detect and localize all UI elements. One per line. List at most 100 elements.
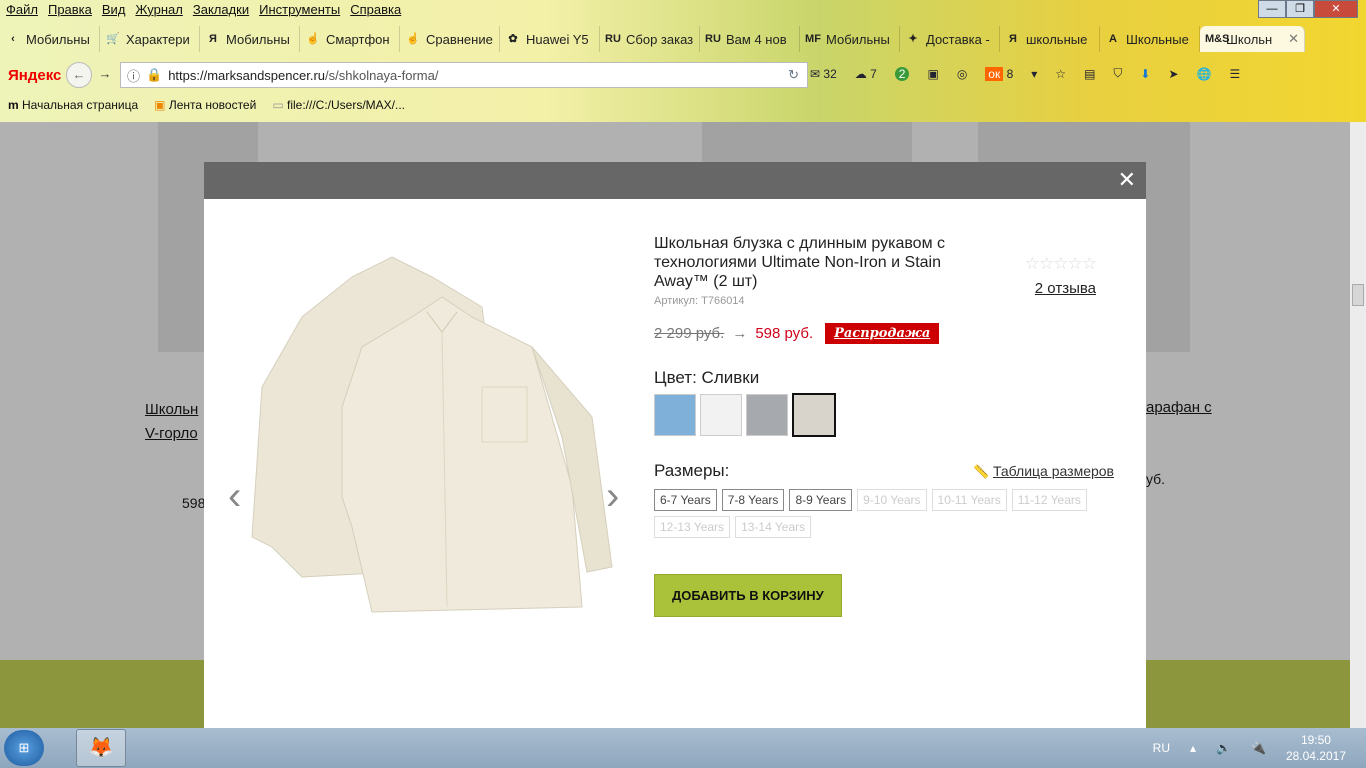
cloud-button[interactable]: ☁ 7	[855, 67, 877, 81]
size-option: 9-10 Years	[857, 489, 927, 511]
browser-tab[interactable]: ✿ Huawei Y5	[500, 26, 600, 52]
browser-tab[interactable]: Я Мобильны	[200, 26, 300, 52]
browser-tab[interactable]: ☝ Сравнение	[400, 26, 500, 52]
sale-badge[interactable]: Распродажа	[825, 323, 940, 344]
menu-icon[interactable]: ☰	[1230, 67, 1241, 81]
cloud-count: 7	[870, 66, 877, 81]
product-thumbnail[interactable]	[702, 122, 912, 162]
bg-product-price: 598	[182, 495, 206, 511]
color-swatch[interactable]	[792, 393, 836, 437]
info-icon[interactable]: ⓘ	[127, 66, 140, 85]
clipboard-icon[interactable]: ▤	[1084, 67, 1095, 81]
dropdown-icon[interactable]: ▾	[1031, 67, 1037, 81]
browser-tab[interactable]: ✦ Доставка -	[900, 26, 1000, 52]
scrollbar-thumb[interactable]	[1352, 284, 1364, 306]
color-swatch[interactable]	[746, 394, 788, 436]
browser-tab[interactable]: ☝ Смартфон	[300, 26, 400, 52]
yandex-logo[interactable]: Яндекс	[8, 67, 66, 84]
product-info: Школьная блузка с длинным рукавом с техн…	[654, 234, 1114, 617]
menu-edit[interactable]: Правка	[48, 2, 92, 17]
window-controls: — ❐ ✕	[1258, 0, 1358, 18]
menu-help[interactable]: Справка	[350, 2, 401, 17]
tab-favicon-icon: M&S	[1205, 33, 1230, 45]
mail-button[interactable]: ✉ 32	[810, 67, 837, 81]
tab-favicon-icon: Я	[1009, 33, 1017, 45]
menu-tools[interactable]: Инструменты	[259, 2, 340, 17]
tab-label: Huawei Y5	[526, 31, 589, 47]
back-button[interactable]: ←	[66, 62, 92, 88]
volume-icon[interactable]: 🔈	[1216, 741, 1231, 755]
close-tab-icon[interactable]: ✕	[1288, 31, 1299, 47]
tab-label: Доставка -	[926, 31, 990, 47]
size-option[interactable]: 8-9 Years	[789, 489, 853, 511]
prev-image-arrow[interactable]: ‹	[228, 474, 241, 519]
tab-label: Школьные	[1126, 31, 1189, 47]
clock[interactable]: 19:50 28.04.2017	[1286, 732, 1346, 764]
bookmark-file[interactable]: ▭ file:///C:/Users/MAX/...	[272, 98, 405, 112]
power-icon[interactable]: 🔌	[1251, 741, 1266, 755]
size-chart-link[interactable]: 📏 Таблица размеров	[973, 463, 1114, 480]
size-option[interactable]: 6-7 Years	[654, 489, 717, 511]
firefox-taskbar-button[interactable]: 🦊	[76, 729, 126, 767]
pocket-icon[interactable]: ⛉	[1113, 66, 1122, 81]
menu-history[interactable]: Журнал	[135, 2, 182, 17]
price-row: 2 299 руб. → 598 руб. Распродажа	[654, 323, 1114, 344]
menu-file[interactable]: Файл	[6, 2, 38, 17]
tab-label: Мобильны	[226, 31, 290, 47]
bg-product-price: уб.	[1146, 471, 1166, 487]
browser-tab[interactable]: ‹ Мобильны	[0, 26, 100, 52]
add-to-cart-button[interactable]: ДОБАВИТЬ В КОРЗИНУ	[654, 574, 842, 617]
send-icon[interactable]: ➤	[1168, 67, 1178, 81]
bg-product-link[interactable]: Школьн V-горло	[145, 398, 198, 446]
bookmark-news[interactable]: ▣ Лента новостей	[154, 98, 256, 112]
url-bar[interactable]: ⓘ 🔒 https://marksandspencer.ru/s/shkolna…	[120, 62, 808, 88]
tab-favicon-icon: RU	[705, 33, 721, 45]
tab-label: Характери	[126, 31, 190, 47]
bookmark-home[interactable]: m Начальная страница	[8, 98, 138, 112]
p-extension-icon[interactable]: ▣	[927, 67, 938, 81]
close-window-button[interactable]: ✕	[1314, 0, 1358, 18]
start-button[interactable]: ⊞	[4, 730, 44, 766]
bg-product-link[interactable]: арафан с	[1146, 399, 1212, 416]
color-swatch[interactable]	[700, 394, 742, 436]
browser-tab[interactable]: RU Сбор заказ	[600, 26, 700, 52]
sizes-label: Размеры:	[654, 461, 730, 480]
reload-icon[interactable]: ↻	[788, 67, 799, 83]
close-icon[interactable]: ✕	[1118, 169, 1136, 191]
color-swatch[interactable]	[654, 394, 696, 436]
green-badge-button[interactable]: 2	[894, 66, 910, 81]
tab-favicon-icon: ‹	[11, 33, 15, 45]
reviews-link[interactable]: 2 отзыва	[1025, 280, 1096, 297]
at-extension-icon[interactable]: ◎	[957, 67, 967, 81]
tab-favicon-icon: 🛒	[106, 33, 120, 45]
browser-tab[interactable]: A Школьные	[1100, 26, 1200, 52]
size-option[interactable]: 7-8 Years	[721, 489, 785, 511]
scrollbar[interactable]	[1350, 122, 1366, 728]
size-options: 6-7 Years 7-8 Years 8-9 Years 9-10 Years 10-…	[654, 489, 1094, 538]
language-indicator[interactable]: RU	[1153, 741, 1170, 755]
menu-bookmarks[interactable]: Закладки	[193, 2, 249, 17]
show-hidden-icons[interactable]: ▴	[1190, 741, 1196, 755]
tab-label: Мобильны	[26, 31, 90, 47]
browser-tab[interactable]: 🛒 Характери	[100, 26, 200, 52]
browser-tab[interactable]: Яшкольные	[1000, 26, 1100, 52]
product-image	[251, 256, 613, 613]
minimize-button[interactable]: —	[1258, 0, 1286, 18]
download-icon[interactable]: ⬇	[1140, 67, 1150, 81]
ok-button[interactable]: ок 8	[985, 66, 1013, 81]
lock-icon: 🔒	[146, 67, 163, 82]
maximize-button[interactable]: ❐	[1286, 0, 1314, 18]
modal-header: ✕	[204, 162, 1146, 199]
globe-icon[interactable]: 🌐	[1197, 67, 1212, 81]
forward-button[interactable]: →	[92, 62, 118, 88]
star-icon[interactable]: ☆	[1055, 67, 1066, 81]
rating: ☆☆☆☆☆ 2 отзыва	[1025, 254, 1097, 297]
browser-tab[interactable]: RU Вам 4 нов	[700, 26, 800, 52]
browser-tab[interactable]: M&S Школьн ✕	[1200, 26, 1305, 52]
size-chart-label: Таблица размеров	[992, 462, 1114, 479]
old-price: 2 299 руб.	[654, 325, 725, 342]
taskbar: ⊞ 🦊 RU ▴ 🔈 🔌 19:50 28.04.2017	[0, 728, 1366, 768]
browser-tab[interactable]: MF Мобильны	[800, 26, 900, 52]
menu-view[interactable]: Вид	[102, 2, 126, 17]
mail-count: 32	[823, 66, 837, 81]
